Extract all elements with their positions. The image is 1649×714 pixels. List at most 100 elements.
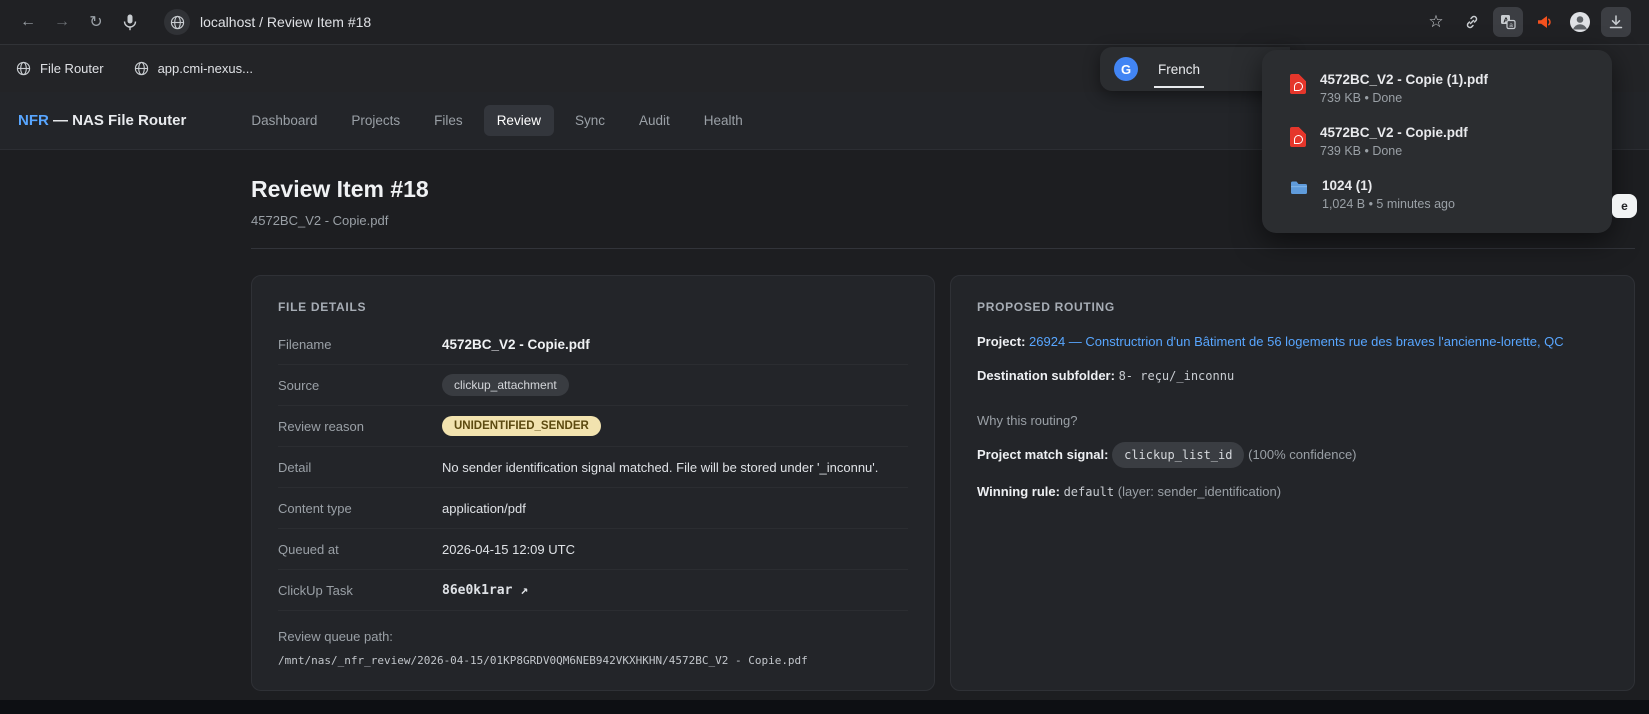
nav-files[interactable]: Files: [421, 105, 476, 136]
clickup-task-link[interactable]: 86e0k1rar ↗: [442, 583, 528, 598]
svg-text:a: a: [1509, 22, 1513, 29]
forward-icon[interactable]: →: [46, 6, 78, 38]
bookmark-app-cmi-nexus[interactable]: app.cmi-nexus...: [134, 61, 253, 76]
destination-label: Destination subfolder:: [977, 368, 1115, 383]
destination-line: Destination subfolder: 8- reçu/_inconnu: [977, 366, 1608, 386]
queue-path-label: Review queue path:: [278, 629, 908, 644]
bookmark-label: app.cmi-nexus...: [158, 61, 253, 76]
file-details-heading: FILE DETAILS: [278, 300, 908, 314]
address-bar[interactable]: localhost / Review Item #18: [164, 9, 1419, 35]
table-row: Queued at 2026-04-15 12:09 UTC: [278, 529, 908, 570]
bookmark-star-icon[interactable]: ☆: [1421, 7, 1451, 37]
pdf-icon: [1290, 127, 1306, 147]
translate-icon[interactable]: A a: [1493, 7, 1523, 37]
winning-rule-line: Winning rule: default (layer: sender_ide…: [977, 482, 1608, 502]
title-divider: [251, 248, 1635, 249]
table-row: ClickUp Task 86e0k1rar ↗: [278, 570, 908, 611]
table-row: Source clickup_attachment: [278, 365, 908, 406]
nav-dashboard[interactable]: Dashboard: [238, 105, 330, 136]
row-label: Queued at: [278, 542, 442, 557]
match-signal-badge: clickup_list_id: [1112, 442, 1244, 468]
source-badge: clickup_attachment: [442, 374, 569, 396]
match-signal-label: Project match signal:: [977, 447, 1108, 462]
download-name: 1024 (1): [1322, 178, 1455, 193]
sound-playing-icon[interactable]: [1529, 7, 1559, 37]
proposed-routing-card: PROPOSED ROUTING Project: 26924 — Constr…: [950, 275, 1635, 691]
downloads-icon[interactable]: [1601, 7, 1631, 37]
download-text: 1024 (1) 1,024 B • 5 minutes ago: [1322, 178, 1455, 211]
nav-sync[interactable]: Sync: [562, 105, 618, 136]
globe-icon: [16, 61, 31, 76]
project-link[interactable]: 26924 — Constructrion d'un Bâtiment de 5…: [1029, 334, 1564, 349]
globe-icon: [134, 61, 149, 76]
pdf-icon: [1290, 74, 1306, 94]
nav-health[interactable]: Health: [691, 105, 756, 136]
download-text: 4572BC_V2 - Copie (1).pdf 739 KB • Done: [1320, 72, 1488, 105]
project-line: Project: 26924 — Constructrion d'un Bâti…: [977, 332, 1608, 352]
copy-link-icon[interactable]: [1457, 7, 1487, 37]
table-row: Detail No sender identification signal m…: [278, 447, 908, 488]
rule-layer-note: (layer: sender_identification): [1118, 484, 1281, 499]
match-signal-line: Project match signal: clickup_list_id (1…: [977, 442, 1608, 468]
row-label: Content type: [278, 501, 442, 516]
download-item[interactable]: 4572BC_V2 - Copie.pdf 739 KB • Done: [1262, 115, 1612, 168]
review-reason-badge: UNIDENTIFIED_SENDER: [442, 416, 601, 436]
back-icon[interactable]: ←: [12, 6, 44, 38]
project-label: Project:: [977, 334, 1025, 349]
bookmark-label: File Router: [40, 61, 104, 76]
downloads-popup: 4572BC_V2 - Copie (1).pdf 739 KB • Done …: [1262, 50, 1612, 233]
download-text: 4572BC_V2 - Copie.pdf 739 KB • Done: [1320, 125, 1468, 158]
content-type-value: application/pdf: [442, 501, 526, 516]
table-row: Review reason UNIDENTIFIED_SENDER: [278, 406, 908, 447]
row-label: ClickUp Task: [278, 583, 442, 598]
row-label: Filename: [278, 337, 442, 352]
download-meta: 1,024 B • 5 minutes ago: [1322, 197, 1455, 211]
file-details-rows: Filename 4572BC_V2 - Copie.pdf Source cl…: [278, 324, 908, 611]
queue-path-value: /mnt/nas/_nfr_review/2026-04-15/01KP8GRD…: [278, 654, 908, 667]
confidence-note: (100% confidence): [1248, 447, 1356, 462]
download-item[interactable]: 1024 (1) 1,024 B • 5 minutes ago: [1262, 168, 1612, 221]
app-brand: NFR — NAS File Router: [18, 112, 186, 129]
toolbar-actions: ☆ A a: [1421, 7, 1637, 37]
filename-value: 4572BC_V2 - Copie.pdf: [442, 337, 590, 352]
winning-rule-label: Winning rule:: [977, 484, 1060, 499]
brand-rest: — NAS File Router: [49, 112, 187, 129]
queued-at-value: 2026-04-15 12:09 UTC: [442, 542, 575, 557]
external-link-icon: ↗: [520, 583, 528, 598]
download-name: 4572BC_V2 - Copie (1).pdf: [1320, 72, 1488, 87]
nav-projects[interactable]: Projects: [338, 105, 413, 136]
browser-toolbar: ← → ↻ localhost / Review Item #18 ☆: [0, 0, 1649, 44]
row-label: Review reason: [278, 419, 442, 434]
download-meta: 739 KB • Done: [1320, 144, 1468, 158]
app-nav: Dashboard Projects Files Review Sync Aud…: [238, 105, 755, 136]
google-translate-icon: G: [1114, 57, 1138, 81]
download-item[interactable]: 4572BC_V2 - Copie (1).pdf 739 KB • Done: [1262, 62, 1612, 115]
folder-icon: [1290, 180, 1308, 201]
download-meta: 739 KB • Done: [1320, 91, 1488, 105]
mic-glyph: [123, 14, 137, 31]
file-details-card: FILE DETAILS Filename 4572BC_V2 - Copie.…: [251, 275, 935, 691]
destination-value: 8- reçu/_inconnu: [1119, 369, 1235, 383]
bookmark-file-router[interactable]: File Router: [16, 61, 104, 76]
download-name: 4572BC_V2 - Copie.pdf: [1320, 125, 1468, 140]
row-label: Source: [278, 378, 442, 393]
profile-avatar[interactable]: [1565, 7, 1595, 37]
microphone-icon[interactable]: [114, 6, 146, 38]
nav-review[interactable]: Review: [484, 105, 554, 136]
table-row: Filename 4572BC_V2 - Copie.pdf: [278, 324, 908, 365]
translate-language-tab[interactable]: French: [1154, 51, 1204, 88]
detail-value: No sender identification signal matched.…: [442, 460, 878, 475]
nav-audit[interactable]: Audit: [626, 105, 683, 136]
cards-row: FILE DETAILS Filename 4572BC_V2 - Copie.…: [251, 275, 1635, 691]
partial-action-button[interactable]: e: [1612, 194, 1637, 218]
proposed-routing-heading: PROPOSED ROUTING: [977, 300, 1608, 314]
table-row: Content type application/pdf: [278, 488, 908, 529]
row-label: Detail: [278, 460, 442, 475]
reload-icon[interactable]: ↻: [80, 6, 112, 38]
site-globe-icon: [164, 9, 190, 35]
winning-rule-value: default: [1064, 485, 1115, 499]
brand-prefix: NFR: [18, 112, 49, 129]
why-routing-text: Why this routing?: [977, 413, 1608, 428]
address-text: localhost / Review Item #18: [200, 14, 371, 30]
task-id: 86e0k1rar: [442, 583, 512, 598]
